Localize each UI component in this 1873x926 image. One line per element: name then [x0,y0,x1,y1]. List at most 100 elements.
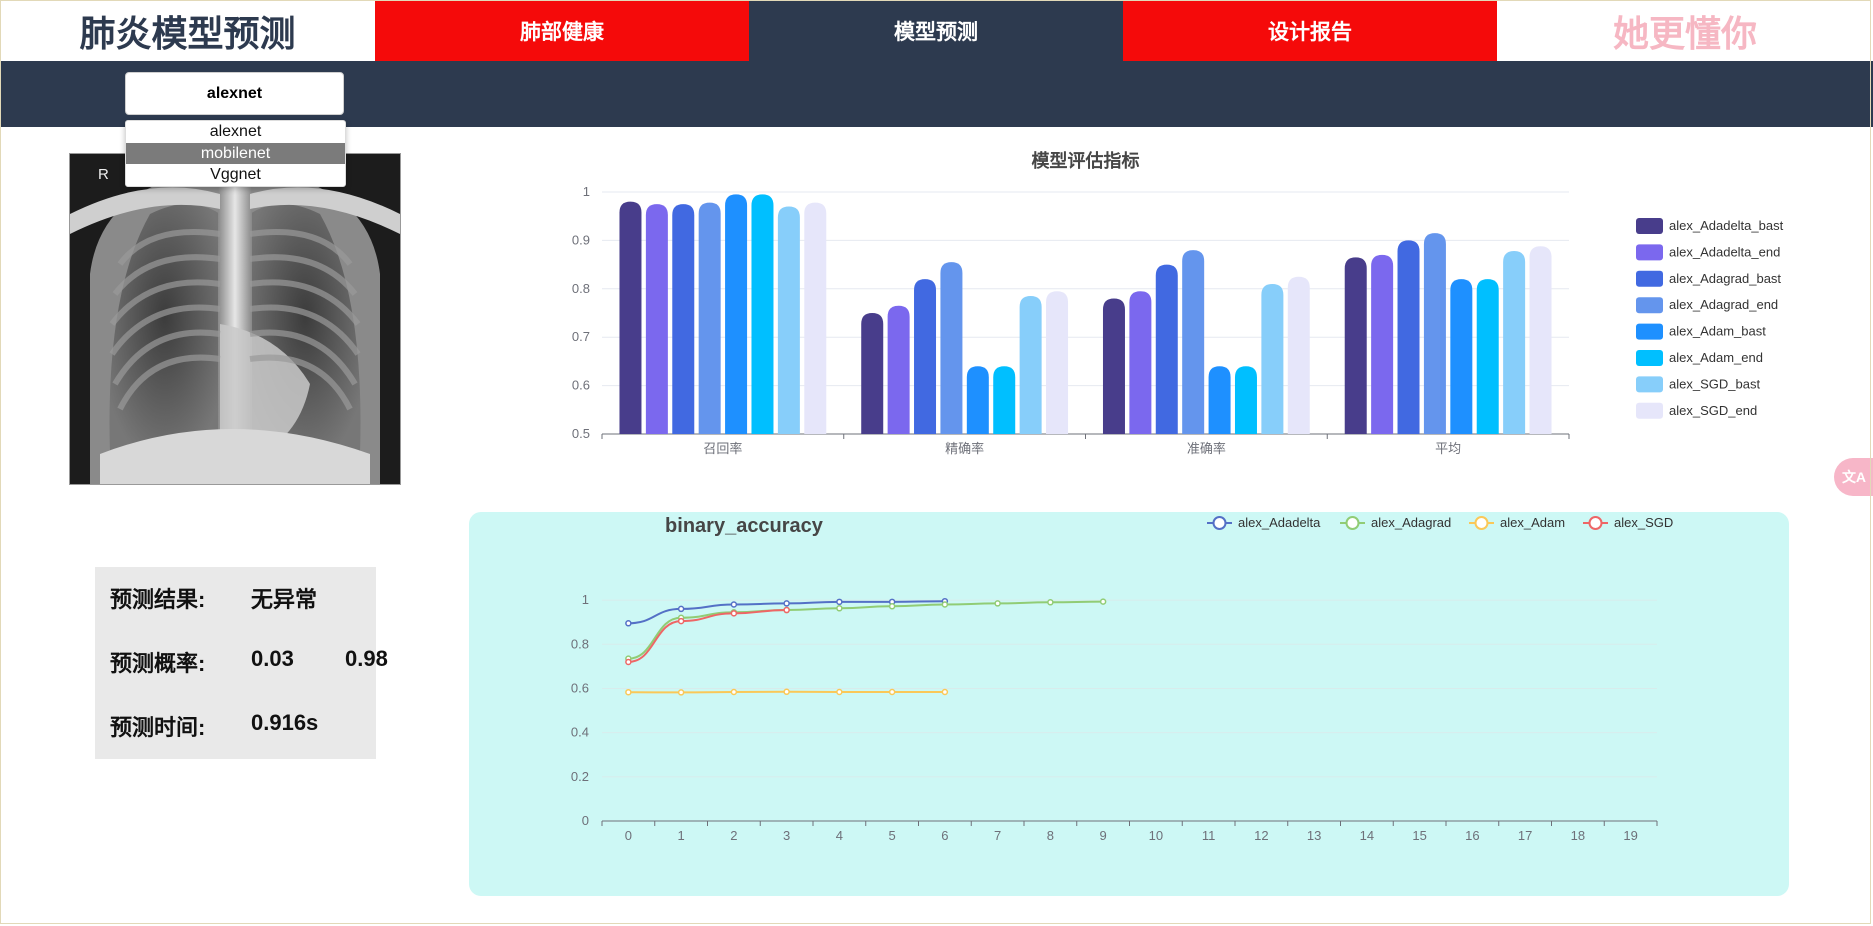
probability-value-2: 0.98 [345,646,388,671]
point-alex_Adagrad [941,601,949,608]
point-alex_Adagrad [1047,599,1054,606]
legend-swatch [1636,350,1663,366]
point-alex_Adagrad [1099,598,1107,605]
legend-label: alex_Adagrad [1371,515,1451,530]
chest-xray-graphic [70,154,400,484]
bar-alex_Adam_bast [725,194,748,434]
point-alex_SGD [625,658,632,666]
x-tick-label: 召回率 [703,441,742,456]
legend-label: alex_SGD_bast [1669,376,1760,391]
tab-model-prediction[interactable]: 模型预测 [749,0,1123,61]
x-tick-label: 17 [1518,828,1532,843]
bar-alex_Adam_bast [1208,366,1231,434]
bar-alex_Adagrad_end [698,202,721,434]
x-tick-label: 19 [1623,828,1637,843]
x-tick-label: 9 [1100,828,1107,843]
x-tick-label: 14 [1360,828,1374,843]
point-alex_Adagrad [888,603,896,610]
bar-alex_Adagrad_end [1423,233,1446,434]
legend-marker [1588,516,1603,530]
bar-alex_Adagrad_end [1182,250,1205,434]
point-alex_Adam [836,688,843,696]
x-tick-label: 5 [889,828,896,843]
legend-label: alex_Adam_bast [1669,324,1766,339]
model-dropdown-menu: alexnet mobilenet Vggnet [125,120,346,187]
x-tick-label: 18 [1571,828,1585,843]
bar-alex_SGD_end [1529,246,1552,434]
bar-alex_Adagrad_bast [1155,264,1178,434]
top-navigation: 肺炎模型预测 肺部健康 模型预测 设计报告 她更懂你 [0,0,1873,61]
bar-alex_Adadelta_end [645,204,668,434]
x-tick-label: 16 [1465,828,1479,843]
bar-alex_Adagrad_bast [914,279,937,434]
legend-label: alex_Adagrad_bast [1669,271,1781,286]
app-title: 肺炎模型预测 [79,12,296,54]
legend-marker [1474,516,1489,530]
x-tick-label: 8 [1047,828,1054,843]
model-option-alexnet[interactable]: alexnet [126,121,345,143]
bar-alex_Adam_bast [1450,279,1473,434]
model-option-vggnet[interactable]: Vggnet [126,164,345,186]
y-tick-label: 0.6 [572,378,590,393]
point-alex_Adam [625,688,632,696]
legend-label: alex_Adagrad_end [1669,297,1778,312]
y-tick-label: 0.7 [572,329,590,344]
result-label: 预测结果: [110,587,206,612]
point-alex_SGD [783,606,790,614]
bar-alex_Adadelta_end [887,305,910,434]
point-alex_Adadelta [677,605,685,613]
legend-label: alex_Adadelta_bast [1669,218,1784,233]
chart-title: binary_accuracy [665,515,824,537]
legend-swatch [1636,270,1663,287]
legend-swatch [1636,323,1663,340]
legend-label: alex_SGD [1614,515,1673,530]
evaluation-bar-chart: 模型评估指标 0.5 0.6 0.7 0.8 0.9 1 召回率 精确率 准确率 平均 alex_Ad… [470,140,1840,470]
probability-value-1: 0.03 [251,646,294,671]
bar-alex_SGD_bast [1261,283,1284,434]
model-select[interactable]: alexnet [125,72,344,115]
tab-lung-health[interactable]: 肺部健康 [375,0,749,61]
time-value: 0.916s [251,710,319,735]
bar-alex_Adadelta_bast [1344,257,1367,434]
bar-alex_Adam_end [1234,366,1257,434]
legend-label: alex_SGD_end [1669,403,1757,418]
legend-marker [1345,516,1360,530]
bar-alex_Adam_bast [966,366,989,434]
probability-label: 预测概率: [110,651,206,676]
xray-image: R [69,153,401,485]
model-option-mobilenet[interactable]: mobilenet [126,142,345,164]
y-tick-label: 1 [582,592,589,607]
bar-alex_Adadelta_bast [1102,298,1125,434]
accuracy-line-chart-card: binary_accuracy 0 0.2 0.4 0.6 0.8 1 0 1 2 3 4 5 6 7 8 9 1… [469,512,1789,896]
bar-alex_SGD_bast [1503,251,1526,434]
bar-alex_SGD_bast [777,206,800,434]
x-tick-label: 0 [625,828,632,843]
bar-alex_Adadelta_end [1129,291,1152,434]
x-tick-label: 10 [1149,828,1163,843]
point-alex_Adam [783,688,790,696]
legend-label: alex_Adadelta_end [1669,244,1780,259]
point-alex_SGD [730,610,738,617]
legend-swatch [1636,297,1663,314]
tab-design-report[interactable]: 设计报告 [1123,0,1497,61]
y-tick-label: 0.5 [572,426,590,441]
x-tick-label: 11 [1202,828,1216,843]
legend-swatch [1636,218,1663,234]
translate-icon[interactable]: 文A [1834,458,1873,496]
bar-alex_Adagrad_end [940,262,963,434]
x-tick-label: 13 [1307,828,1321,843]
legend-swatch [1636,402,1663,419]
line-alex_Adagrad [628,600,1104,660]
point-alex_Adadelta [836,598,843,606]
y-tick-label: 0.2 [571,769,589,784]
x-tick-label: 4 [836,828,843,843]
bar-alex_SGD_end [1046,291,1069,434]
bar-alex_Adagrad_bast [672,204,695,434]
bar-alex_Adadelta_end [1371,254,1394,434]
y-tick-label: 0.8 [572,281,590,296]
bar-chart-svg: 模型评估指标 0.5 0.6 0.7 0.8 0.9 1 召回率 精确率 准确率 平均 alex_Ad… [572,150,1784,456]
slogan-text: 她更懂你 [1612,12,1757,54]
bar-alex_Adam_end [993,366,1016,434]
legend-label: alex_Adadelta [1238,515,1321,530]
point-alex_Adam [888,688,896,696]
